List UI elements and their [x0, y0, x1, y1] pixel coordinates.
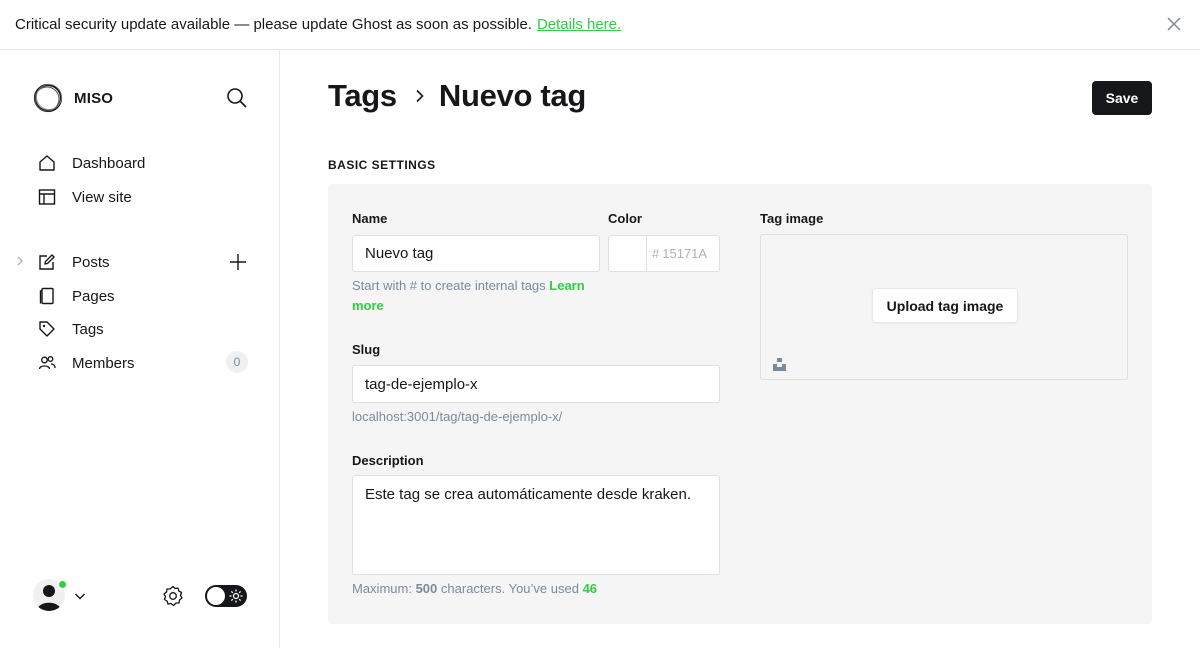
desc-max-count: 500	[415, 581, 438, 596]
sidebar-item-label: Dashboard	[72, 154, 146, 172]
color-placeholder: 15171A	[662, 246, 708, 261]
chevron-down-icon[interactable]	[74, 590, 86, 602]
sidebar-item-label: View site	[72, 188, 132, 206]
home-icon	[39, 155, 55, 171]
sun-icon	[229, 589, 243, 603]
sidebar-item-view-site[interactable]: View site	[38, 188, 132, 206]
chevron-right-icon	[416, 89, 424, 103]
plus-icon[interactable]	[229, 253, 247, 271]
sidebar-item-dashboard[interactable]: Dashboard	[38, 154, 145, 172]
name-hint-text: Start with # to create internal tags	[352, 278, 546, 293]
color-label: Color	[608, 211, 642, 226]
save-button[interactable]: Save	[1092, 81, 1152, 115]
tag-icon	[39, 321, 55, 337]
site-logo-icon	[33, 83, 63, 113]
search-icon[interactable]	[226, 87, 248, 109]
hint-prefix: Maximum:	[352, 581, 412, 596]
slug-input[interactable]	[352, 365, 720, 403]
page-icon	[39, 287, 54, 305]
section-title: BASIC SETTINGS	[328, 158, 436, 172]
chevron-right-icon[interactable]	[14, 255, 26, 267]
slug-label: Slug	[352, 342, 381, 357]
brand[interactable]: MISO	[32, 82, 113, 114]
name-input[interactable]	[352, 235, 600, 272]
site-name: MISO	[74, 89, 114, 107]
banner-message: Critical security update available — ple…	[15, 16, 532, 33]
banner-details-link[interactable]: Details here.	[537, 16, 621, 33]
color-swatch[interactable]	[608, 235, 646, 272]
sidebar-item-label: Members	[72, 354, 135, 372]
sidebar-item-members[interactable]: Members	[38, 354, 135, 372]
online-status-dot	[57, 579, 68, 590]
hint-mid: characters. You’ve used	[440, 581, 579, 596]
breadcrumb-tags[interactable]: Tags	[328, 78, 397, 114]
toggle-knob	[207, 587, 225, 605]
sidebar-item-label: Tags	[72, 320, 104, 338]
sidebar-item-label: Posts	[72, 253, 110, 271]
upload-tag-image-button[interactable]: Upload tag image	[872, 288, 1018, 323]
members-count-badge: 0	[226, 351, 248, 373]
sidebar-item-pages[interactable]: Pages	[38, 287, 115, 305]
page-title: Tags Nuevo tag	[328, 78, 586, 114]
name-label: Name	[352, 211, 388, 226]
hash-symbol: #	[652, 246, 660, 261]
description-hint: Maximum: 500 characters. You’ve used 46	[352, 579, 597, 599]
desc-used-count: 46	[582, 581, 598, 596]
page-heading: Nuevo tag	[438, 78, 587, 113]
sidebar-item-tags[interactable]: Tags	[38, 320, 104, 338]
sidebar: MISO Dashboard View site Posts Pages Tag…	[0, 50, 280, 648]
slug-url-preview: localhost:3001/tag/tag-de-ejemplo-x/	[352, 409, 563, 424]
sidebar-item-posts[interactable]: Posts	[38, 253, 110, 271]
gear-icon[interactable]	[162, 585, 184, 607]
theme-toggle[interactable]	[205, 585, 247, 607]
edit-icon	[39, 254, 55, 270]
name-hint: Start with # to create internal tags Lea…	[352, 276, 612, 316]
tag-image-label: Tag image	[760, 211, 824, 226]
description-label: Description	[352, 453, 424, 468]
description-textarea[interactable]: Este tag se crea automáticamente desde k…	[352, 475, 720, 575]
close-icon[interactable]	[1166, 16, 1182, 32]
sidebar-item-label: Pages	[72, 287, 115, 305]
unsplash-icon[interactable]	[772, 357, 787, 372]
color-input[interactable]: # 15171A	[646, 235, 720, 272]
users-icon	[38, 356, 56, 370]
layout-icon	[38, 189, 56, 205]
tag-image-dropzone[interactable]: Upload tag image	[760, 234, 1128, 380]
basic-settings-card: Name Start with # to create internal tag…	[328, 184, 1152, 624]
update-banner: Critical security update available — ple…	[0, 0, 1200, 50]
